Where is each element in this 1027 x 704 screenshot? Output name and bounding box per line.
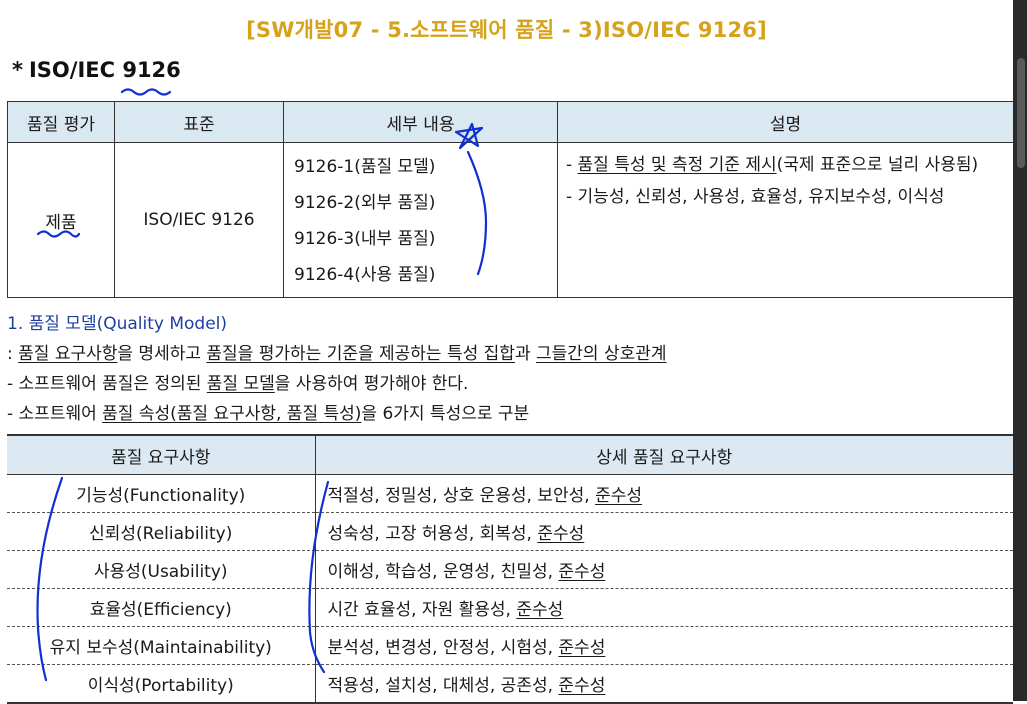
underlined-text: 품질 특성 및 측정 기준 제시: [577, 155, 777, 175]
detail-item: 9126-4(사용 품질): [294, 265, 436, 285]
cell-details: 9126-1(품질 모델) 9126-2(외부 품질) 9126-3(내부 품질…: [283, 142, 558, 298]
detail-item: 9126-1(품질 모델): [294, 157, 436, 177]
description-line-2: - 기능성, 신뢰성, 사용성, 효율성, 유지보수성, 이식성: [566, 187, 945, 207]
definition-line: : 품질 요구사항을 명세하고 품질을 평가하는 기준을 제공하는 특성 집합과…: [7, 344, 667, 364]
table-header-row: 품질 평가 표준 세부 내용 설명: [7, 101, 1014, 143]
table-row: 사용성(Usability) 이해성, 학습성, 운영성, 친밀성, 준수성: [7, 550, 1013, 589]
header-requirement: 품질 요구사항: [7, 434, 316, 475]
section-title: 1. 품질 모델(Quality Model): [7, 314, 228, 334]
slide-title: [SW개발07 - 5.소프트웨어 품질 - 3)ISO/IEC 9126]: [246, 18, 767, 42]
cell-standard: ISO/IEC 9126: [114, 142, 284, 298]
header-evaluation: 품질 평가: [7, 101, 115, 143]
header-description: 설명: [557, 101, 1014, 143]
heading-text: ISO/IEC 9126: [28, 58, 181, 82]
bullet-line: - 소프트웨어 품질은 정의된 품질 모델을 사용하여 평가해야 한다.: [7, 374, 469, 394]
header-details: 세부 내용: [283, 101, 558, 143]
detail-item: 9126-2(외부 품질): [294, 193, 436, 213]
cell-evaluation: 제품: [7, 142, 115, 298]
page-heading: * ISO/IEC 9126: [12, 58, 181, 82]
bullet-line: - 소프트웨어 품질 속성(품질 요구사항, 품질 특성)을 6가지 특성으로 …: [7, 404, 530, 424]
table-header-row: 품질 요구사항 상세 품질 요구사항: [7, 434, 1013, 475]
right-scrollbar[interactable]: [1013, 0, 1027, 701]
table-row: 효율성(Efficiency) 시간 효율성, 자원 활용성, 준수성: [7, 588, 1013, 627]
bullet-star: *: [12, 58, 23, 82]
cell-description: - 품질 특성 및 측정 기준 제시(국제 표준으로 널리 사용됨) - 기능성…: [557, 142, 1014, 298]
detail-item: 9126-3(내부 품질): [294, 229, 436, 249]
description-line-1: - 품질 특성 및 측정 기준 제시(국제 표준으로 널리 사용됨): [566, 155, 979, 175]
table-row: 유지 보수성(Maintainability) 분석성, 변경성, 안정성, 시…: [7, 626, 1013, 665]
table-row: 기능성(Functionality) 적절성, 정밀성, 상호 운용성, 보안성…: [7, 474, 1013, 513]
quality-requirements-table: 품질 요구사항 상세 품질 요구사항 기능성(Functionality) 적절…: [7, 434, 1013, 704]
table-row: 신뢰성(Reliability) 성숙성, 고장 허용성, 회복성, 준수성: [7, 512, 1013, 551]
header-standard: 표준: [114, 101, 284, 143]
ink-squiggle-heading: [120, 88, 172, 96]
table-row: 제품 ISO/IEC 9126 9126-1(품질 모델) 9126-2(외부 …: [7, 142, 1014, 298]
scrollbar-thumb[interactable]: [1017, 58, 1025, 168]
header-detail-requirement: 상세 품질 요구사항: [315, 434, 1013, 475]
table-row: 이식성(Portability) 적용성, 설치성, 대체성, 공존성, 준수성: [7, 664, 1013, 704]
iso-9126-table: 품질 평가 표준 세부 내용 설명 제품 ISO/IEC 9126 9126-1…: [7, 101, 1014, 298]
